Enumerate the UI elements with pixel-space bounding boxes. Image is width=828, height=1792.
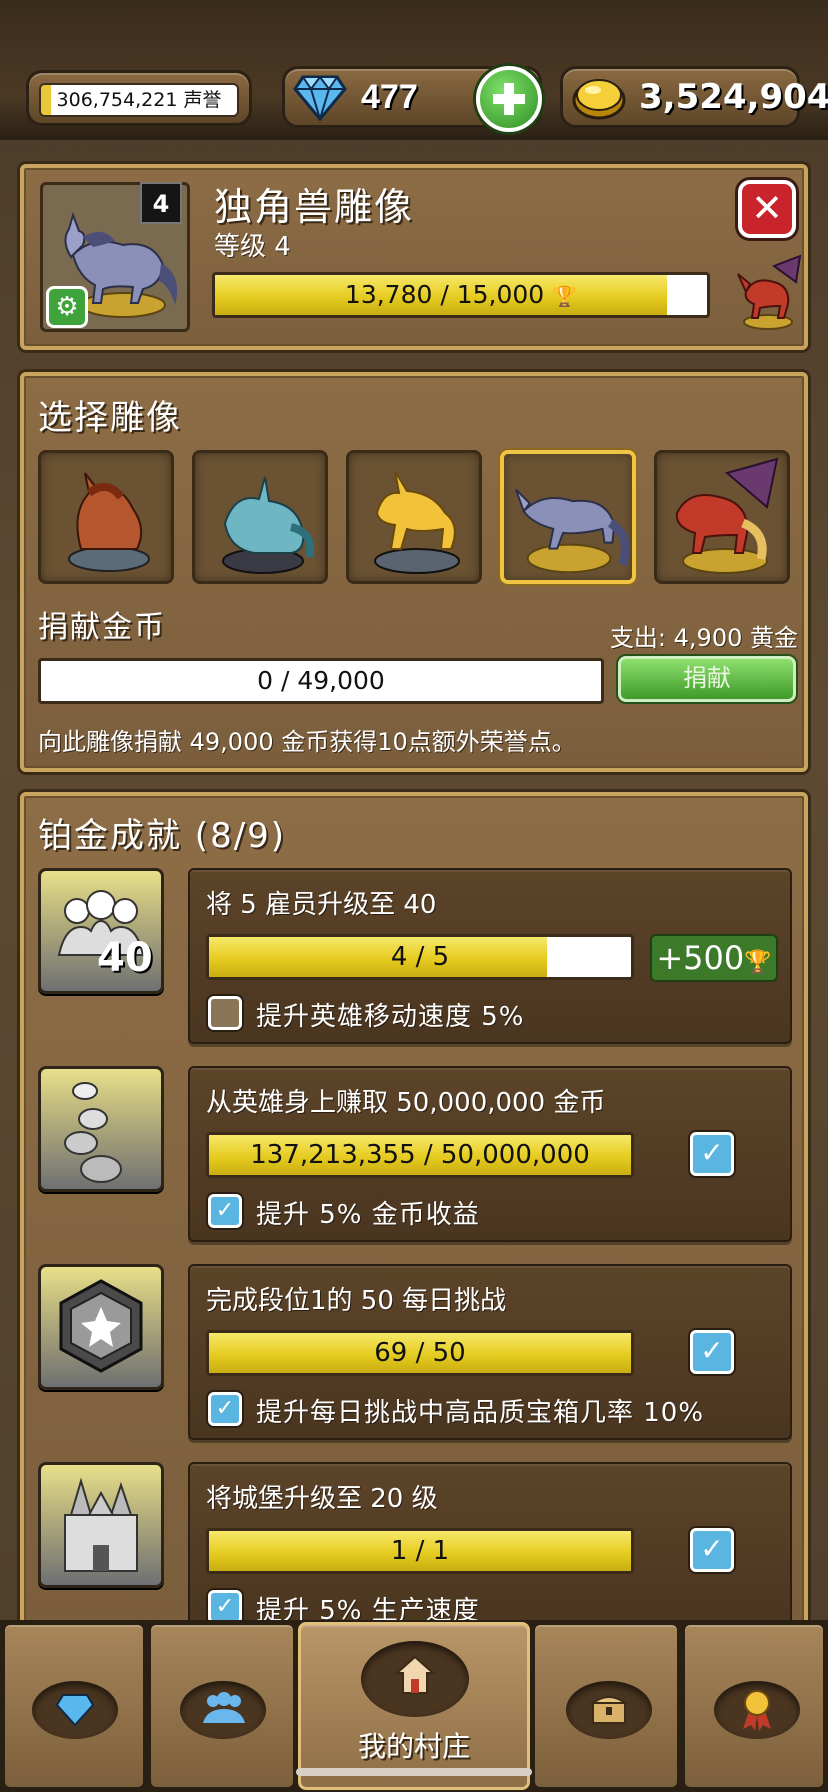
house-icon: [394, 1655, 436, 1694]
platinum-achievements-panel: 铂金成就 (8/9) 40 将 5 雇员升级至 40 4 / 5 +500🏆 提…: [20, 792, 808, 1632]
winged-unicorn-icon: [737, 254, 802, 330]
gem-count: 477: [361, 78, 418, 116]
checkbox-checked-icon: ✓: [690, 1528, 734, 1572]
statue-option-gold[interactable]: [346, 450, 482, 584]
nav-village-label: 我的村庄: [357, 1730, 470, 1763]
achievement-progress-bar: 1 / 1: [206, 1528, 634, 1574]
achievements-title: 铂金成就 (8/9): [38, 816, 287, 856]
gold-unicorn-icon: [374, 470, 460, 574]
reward-amount: +500: [656, 939, 745, 977]
diamond-icon: [293, 75, 347, 121]
silver-unicorn-icon: [514, 488, 630, 574]
close-icon: ✕: [751, 186, 783, 230]
donate-cost: 支出: 4,900 黄金: [609, 624, 798, 652]
statue-progress-label: 13,780 / 15,000 🏆: [215, 275, 707, 315]
achievement-progress-text: 69 / 50: [374, 1338, 466, 1368]
achievement-card-castle: 将城堡升级至 20 级 1 / 1 ✓ ✓ 提升 5% 生产速度: [188, 1462, 792, 1626]
donate-gold-label: 捐献金币: [38, 610, 166, 645]
donate-description: 向此雕像捐献 49,000 金币获得10点额外荣誉点。: [38, 728, 576, 756]
achievement-bonus: 提升英雄移动速度 5%: [256, 1002, 525, 1032]
checkbox-checked-icon: ✓: [208, 1392, 242, 1426]
gold-box[interactable]: 3,524,904: [560, 66, 828, 128]
coins-icon: [38, 1066, 164, 1192]
achievement-card-gold: 从英雄身上赚取 50,000,000 金币 137,213,355 / 50,0…: [188, 1066, 792, 1242]
statue-title: 独角兽雕像: [214, 185, 415, 229]
checkbox-checked-icon: ✓: [208, 1590, 242, 1624]
achievement-progress-bar: 69 / 50: [206, 1330, 634, 1376]
nav-village-tab[interactable]: 我的村庄: [298, 1622, 530, 1790]
statue-level-badge: 4: [140, 182, 182, 224]
bronze-unicorn-icon: [68, 472, 150, 572]
achievement-reward-badge: +500🏆: [650, 934, 778, 982]
gold-coin-icon: [572, 79, 626, 120]
statue-option-winged[interactable]: [654, 450, 790, 584]
nav-awards-tab[interactable]: [682, 1622, 826, 1790]
checkbox-checked-icon: ✓: [690, 1132, 734, 1176]
statue-level: 等级 4: [214, 232, 291, 262]
people-icon: [203, 1692, 245, 1723]
castle-icon: [38, 1462, 164, 1588]
hexagon-star-icon: [59, 1279, 143, 1373]
achievement-title: 将城堡升级至 20 级: [206, 1484, 438, 1514]
nav-gems-tab[interactable]: [2, 1622, 146, 1790]
achievement-progress-bar: 4 / 5: [206, 934, 634, 980]
donate-progress-text: 0 / 49,000: [257, 666, 385, 695]
checkbox-checked-icon: ✓: [208, 1194, 242, 1228]
statue-settings-button[interactable]: ⚙: [46, 286, 88, 328]
statue-option-bronze[interactable]: [38, 450, 174, 584]
achievement-title: 完成段位1的 50 每日挑战: [206, 1286, 507, 1316]
home-indicator: [296, 1768, 532, 1776]
challenge-badge-icon: [38, 1264, 164, 1390]
donate-button[interactable]: 捐献: [618, 656, 796, 702]
employees-level-text: 40: [97, 935, 153, 981]
nav-heroes-tab[interactable]: [148, 1622, 296, 1790]
winged-red-unicorn-icon: [675, 457, 779, 574]
achievement-title: 将 5 雇员升级至 40: [206, 890, 437, 920]
achievement-title: 从英雄身上赚取 50,000,000 金币: [206, 1088, 606, 1118]
select-statue-title: 选择雕像: [38, 398, 182, 438]
gem-icon: [55, 1694, 95, 1727]
gold-count: 3,524,904: [639, 77, 828, 117]
reputation-bar: 306,754,221 声誉: [39, 83, 239, 117]
donate-progress-bar: 0 / 49,000: [38, 658, 604, 704]
gear-icon: ⚙: [55, 292, 79, 322]
statue-option-teal[interactable]: [192, 450, 328, 584]
achievement-progress-bar: 137,213,355 / 50,000,000: [206, 1132, 634, 1178]
statue-progress-text: 13,780 / 15,000: [344, 280, 545, 309]
reputation-box[interactable]: 306,754,221 声誉: [26, 70, 252, 126]
achievement-card-employees: 将 5 雇员升级至 40 4 / 5 +500🏆 提升英雄移动速度 5%: [188, 868, 792, 1044]
statue-option-silver-selected[interactable]: [500, 450, 636, 584]
unchecked-box-icon: [208, 996, 242, 1030]
checkbox-checked-icon: ✓: [690, 1330, 734, 1374]
nav-chest-tab[interactable]: [532, 1622, 680, 1790]
select-statue-panel: 选择雕像 捐献金币 支出: 4,900 黄金 0 / 49,000 捐献 向此雕…: [20, 372, 808, 772]
statue-info-panel: 4 ⚙ 独角兽雕像 等级 4 13,780 / 15,000 🏆 ✕: [20, 164, 808, 350]
employees-icon: 40: [38, 868, 164, 994]
achievement-progress-text: 137,213,355 / 50,000,000: [250, 1140, 590, 1170]
achievement-bonus: 提升每日挑战中高品质宝箱几率 10%: [256, 1398, 705, 1428]
buy-gems-button[interactable]: [476, 66, 542, 132]
silver-coins-icon: [64, 1082, 122, 1183]
castle-building-icon: [64, 1477, 138, 1572]
achievement-card-challenge: 完成段位1的 50 每日挑战 69 / 50 ✓ ✓ 提升每日挑战中高品质宝箱几…: [188, 1264, 792, 1440]
statue-progress-bar: 13,780 / 15,000 🏆: [212, 272, 710, 318]
achievement-progress-text: 4 / 5: [390, 942, 450, 972]
trophy-icon: 🏆: [744, 950, 772, 975]
medal-icon: [743, 1690, 771, 1731]
plus-icon: [493, 83, 525, 115]
achievement-progress-text: 1 / 1: [390, 1536, 450, 1566]
reputation-text: 306,754,221 声誉: [56, 89, 222, 111]
chest-icon: [589, 1696, 629, 1724]
teal-unicorn-icon: [222, 476, 315, 574]
trophy-icon: 🏆: [552, 284, 578, 308]
close-button[interactable]: ✕: [738, 180, 796, 238]
achievement-bonus: 提升 5% 金币收益: [256, 1200, 480, 1230]
